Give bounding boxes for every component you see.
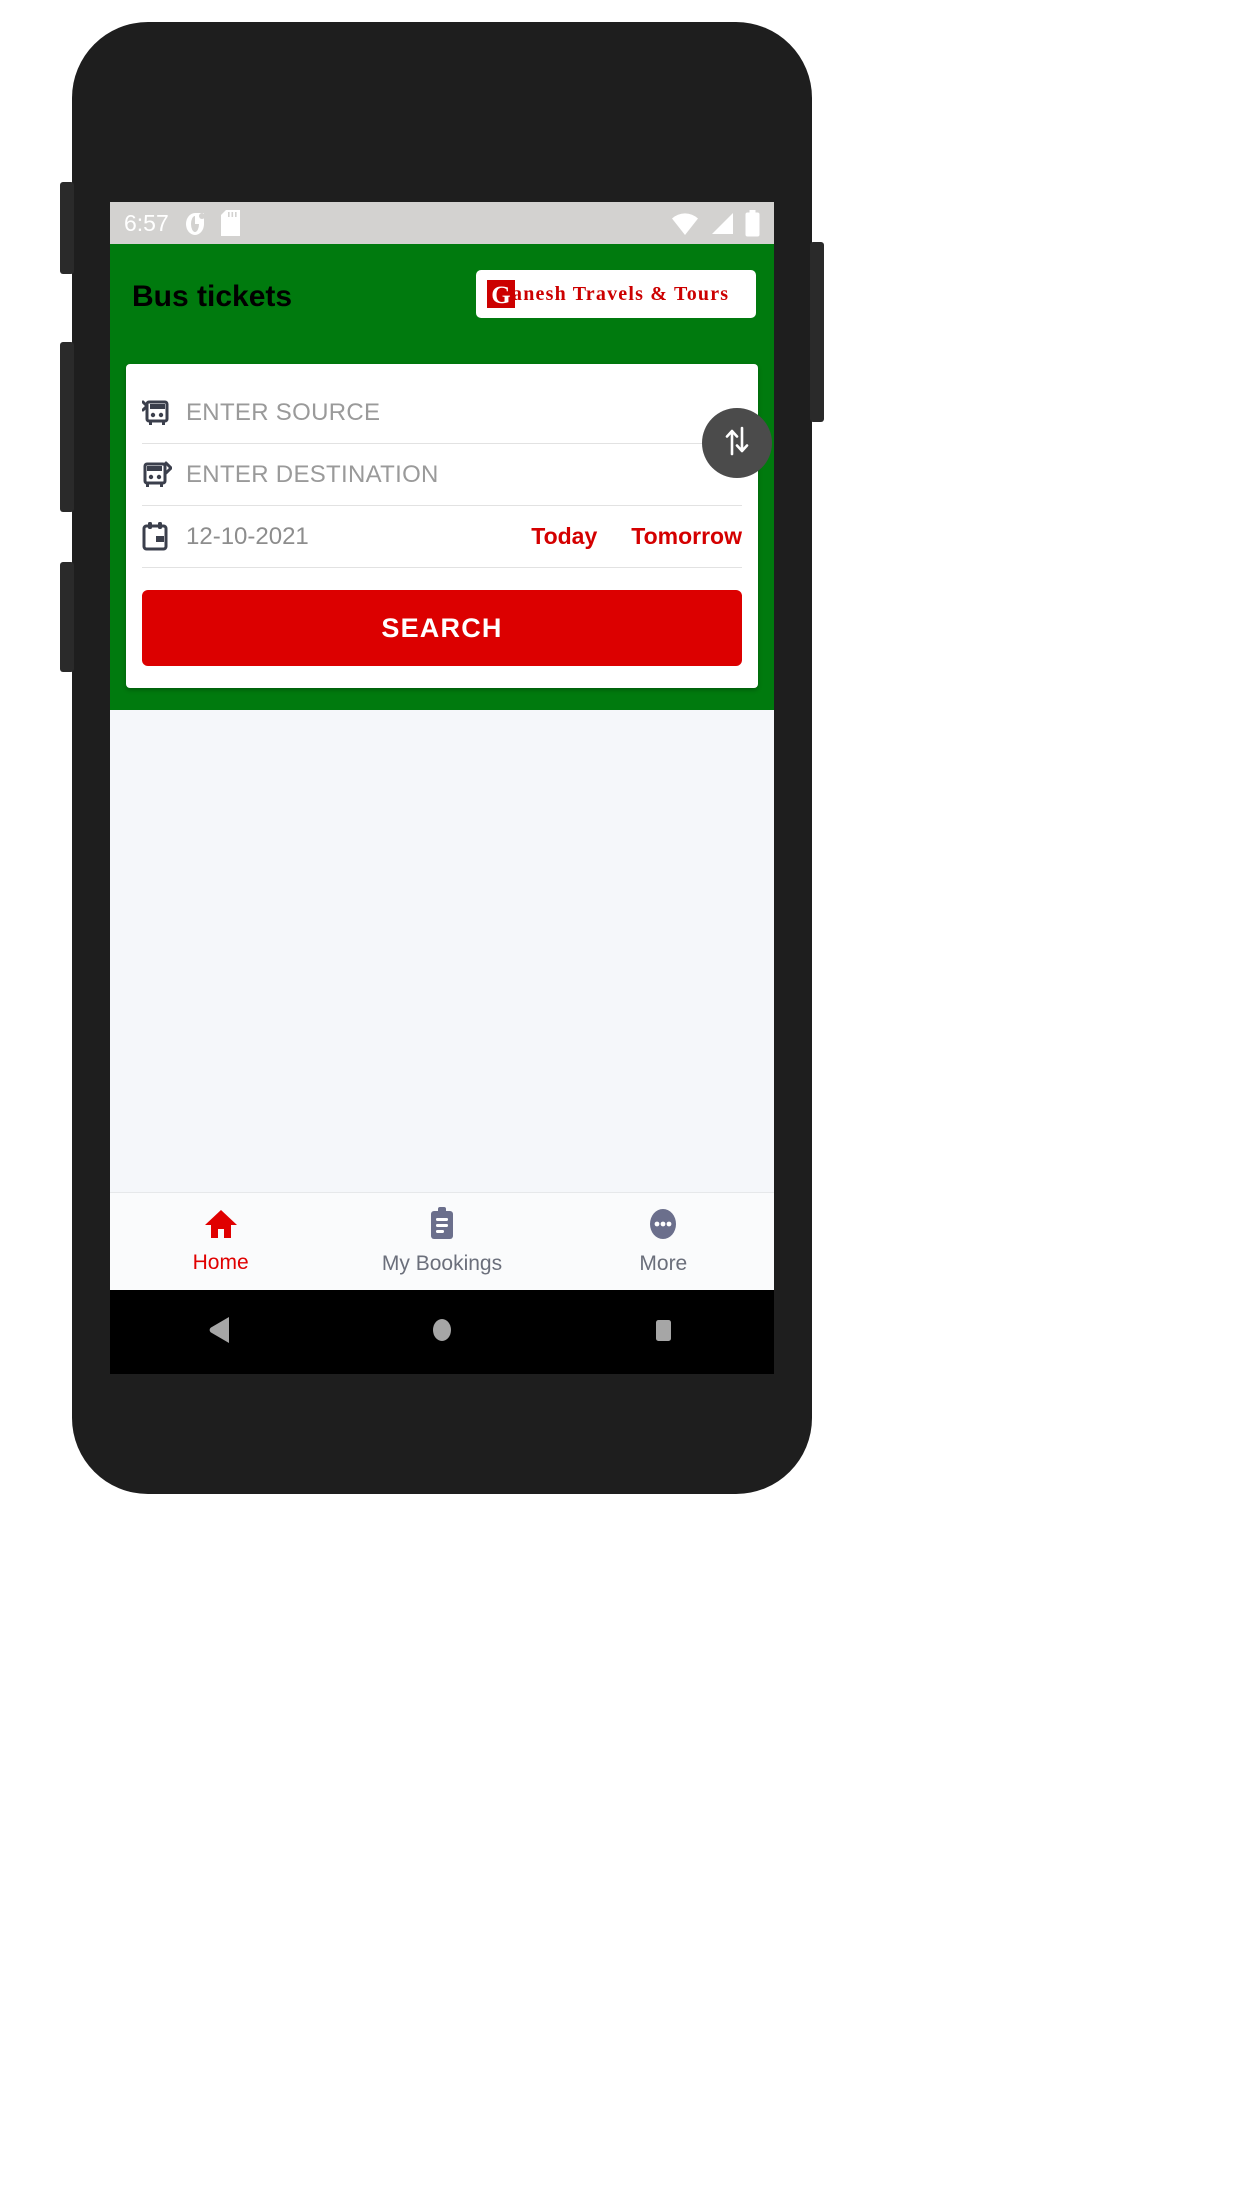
brand-monogram: G [487, 280, 515, 309]
back-triangle-icon [207, 1314, 235, 1351]
status-bar-clock: 6:57 [124, 209, 169, 236]
sd-card-icon [220, 210, 240, 236]
brand-logo: G anesh Travels & Tours [476, 270, 756, 318]
page-title: Bus tickets [132, 280, 293, 313]
volume-up-button[interactable] [60, 182, 74, 274]
bottom-navigation-bar: Home My Bookings More [110, 1192, 774, 1290]
status-bar: 6:57 [110, 202, 774, 244]
clipboard-icon [427, 1207, 457, 1246]
nav-label-home: Home [192, 1251, 249, 1274]
date-field-row[interactable]: 12-10-2021 Today Tomorrow [142, 506, 742, 568]
bus-depart-icon [142, 460, 186, 490]
power-button[interactable] [810, 242, 824, 422]
android-recents-button[interactable] [553, 1314, 774, 1351]
assistant-button[interactable] [60, 562, 74, 672]
phone-screen: 6:57 Bus tickets G anesh Travels & Tours… [110, 202, 774, 1374]
home-icon [204, 1208, 238, 1245]
nav-item-my-bookings[interactable]: My Bookings [331, 1207, 552, 1276]
volume-down-button[interactable] [60, 342, 74, 512]
android-navigation-bar [110, 1290, 774, 1374]
today-button[interactable]: Today [531, 523, 597, 550]
android-back-button[interactable] [110, 1314, 331, 1351]
nav-item-more[interactable]: More [553, 1207, 774, 1276]
swap-vertical-icon [720, 424, 754, 463]
nav-label-more: More [639, 1252, 688, 1275]
destination-input[interactable]: ENTER DESTINATION [186, 461, 439, 489]
brand-name: anesh Travels & Tours [512, 282, 730, 305]
home-circle-icon [429, 1314, 455, 1351]
android-home-button[interactable] [331, 1314, 552, 1351]
cellular-signal-icon [709, 210, 735, 236]
battery-icon [745, 209, 760, 237]
search-button[interactable]: SEARCH [142, 590, 742, 666]
source-field-row[interactable]: ENTER SOURCE [142, 382, 742, 444]
date-value[interactable]: 12-10-2021 [186, 523, 497, 551]
more-dots-icon [647, 1207, 679, 1246]
search-section: ENTER SOURCE ENTER DESTINATION 12-10-202… [110, 364, 774, 710]
app-header: Bus tickets G anesh Travels & Tours [110, 244, 774, 364]
swap-source-destination-button[interactable] [702, 408, 772, 478]
bus-arrive-icon [142, 398, 186, 428]
phone-frame: 6:57 Bus tickets G anesh Travels & Tours… [60, 22, 824, 1494]
wifi-icon [671, 210, 699, 236]
nav-item-home[interactable]: Home [110, 1208, 331, 1275]
calendar-icon [142, 521, 186, 552]
source-input[interactable]: ENTER SOURCE [186, 399, 380, 427]
nav-label-my-bookings: My Bookings [381, 1252, 503, 1275]
sim-card-icon [185, 210, 208, 236]
destination-field-row[interactable]: ENTER DESTINATION [142, 444, 742, 506]
content-area [110, 710, 774, 1192]
recents-square-icon [651, 1314, 675, 1351]
search-card: ENTER SOURCE ENTER DESTINATION 12-10-202… [126, 364, 772, 688]
tomorrow-button[interactable]: Tomorrow [631, 523, 742, 550]
